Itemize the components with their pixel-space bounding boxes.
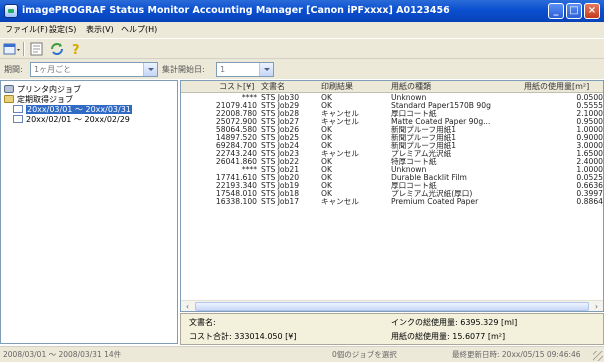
column-header-paper-type[interactable]: 用紙の種類	[391, 81, 431, 93]
maximize-icon: □	[569, 5, 579, 16]
horizontal-scrollbar[interactable]: ‹ ›	[181, 300, 603, 311]
window-list-icon[interactable]	[3, 41, 21, 57]
cost-cell: 16338.100	[215, 197, 257, 206]
scrollbar-thumb[interactable]	[195, 302, 589, 311]
summary-panel: 文書名: コスト合計: 333014.050 [¥] インクの総使用量: 639…	[180, 313, 604, 345]
menu-view[interactable]: 表示(V)	[83, 22, 117, 38]
close-button[interactable]: ×	[584, 3, 600, 19]
menu-file[interactable]: ファイル(F)	[2, 22, 51, 38]
table-row[interactable]: 16338.100 STS Job17 キャンセル Premium Coated…	[181, 197, 603, 206]
toolbar-separator	[23, 42, 25, 56]
app-icon	[4, 4, 18, 18]
scroll-right-icon[interactable]: ›	[591, 302, 602, 311]
tree-period-item[interactable]: 20xx/02/01 〜 20xx/02/29	[13, 114, 130, 125]
minimize-button[interactable]: _	[548, 3, 564, 19]
menu-bar: ファイル(F) 設定(S) 表示(V) ヘルプ(H)	[0, 22, 604, 38]
close-icon: ×	[587, 5, 597, 16]
paper-total: 用紙の総使用量: 15.6077 [m²]	[391, 332, 506, 341]
period-label: 期間:	[4, 65, 23, 74]
start-day-select-value: 1	[220, 65, 226, 74]
status-selection: 0個のジョブを選択	[332, 350, 397, 359]
ink-total: インクの総使用量: 6395.329 [ml]	[391, 318, 518, 327]
chevron-down-icon[interactable]	[259, 63, 273, 76]
paper-type-cell: Premium Coated Paper	[391, 197, 479, 206]
start-day-label: 集計開始日:	[162, 65, 205, 74]
result-cell: キャンセル	[321, 197, 359, 206]
status-bar: 2008/03/01 〜 2008/03/31 14件 0個のジョブを選択 最終…	[0, 346, 604, 362]
status-updated: 最終更新日時: 20xx/05/15 09:46:46	[452, 350, 581, 359]
job-list: コスト[¥] 文書名 印刷結果 用紙の種類 用紙の使用量[m²] **** ST…	[180, 80, 604, 312]
menu-help[interactable]: ヘルプ(H)	[118, 22, 160, 38]
job-log-icon	[13, 105, 23, 113]
job-log-icon	[13, 115, 23, 123]
cost-total: コスト合計: 333014.050 [¥]	[189, 332, 297, 341]
column-header-cost[interactable]: コスト[¥]	[219, 81, 254, 93]
help-icon[interactable]: ?	[68, 41, 86, 57]
period-select-value: 1ヶ月ごと	[34, 65, 72, 74]
maximize-button[interactable]: □	[566, 3, 582, 19]
menu-settings[interactable]: 設定(S)	[46, 22, 79, 38]
window-title: imagePROGRAF Status Monitor Accounting M…	[22, 5, 450, 16]
toolbar: ?	[0, 38, 604, 58]
doc-name-cell: STS Job17	[261, 197, 300, 206]
column-header-doc-name[interactable]: 文書名	[261, 81, 285, 93]
paper-usage-cell: 0.8864	[576, 197, 603, 206]
column-header-result[interactable]: 印刷結果	[321, 81, 353, 93]
job-tree: プリンタ内ジョブ 定期取得ジョブ 20xx/03/01 〜 20xx/03/31…	[0, 80, 178, 344]
folder-icon	[4, 95, 14, 103]
properties-icon[interactable]	[28, 41, 46, 57]
printer-icon	[4, 85, 14, 93]
filter-bar: 期間: 1ヶ月ごと 集計開始日: 1	[0, 58, 604, 79]
doc-name-label: 文書名:	[189, 318, 216, 327]
start-day-select[interactable]: 1	[216, 62, 274, 77]
minimize-icon: _	[553, 5, 559, 16]
chevron-down-icon[interactable]	[143, 63, 157, 76]
svg-text:?: ?	[72, 43, 80, 57]
refresh-icon[interactable]	[48, 41, 66, 57]
status-period: 2008/03/01 〜 2008/03/31 14件	[3, 350, 122, 359]
resize-grip-icon[interactable]	[593, 351, 603, 361]
list-header: コスト[¥] 文書名 印刷結果 用紙の種類 用紙の使用量[m²]	[181, 81, 603, 93]
scroll-left-icon[interactable]: ‹	[182, 302, 193, 311]
period-select[interactable]: 1ヶ月ごと	[30, 62, 158, 77]
column-header-paper-usage[interactable]: 用紙の使用量[m²]	[524, 81, 589, 93]
title-bar: imagePROGRAF Status Monitor Accounting M…	[0, 0, 604, 22]
